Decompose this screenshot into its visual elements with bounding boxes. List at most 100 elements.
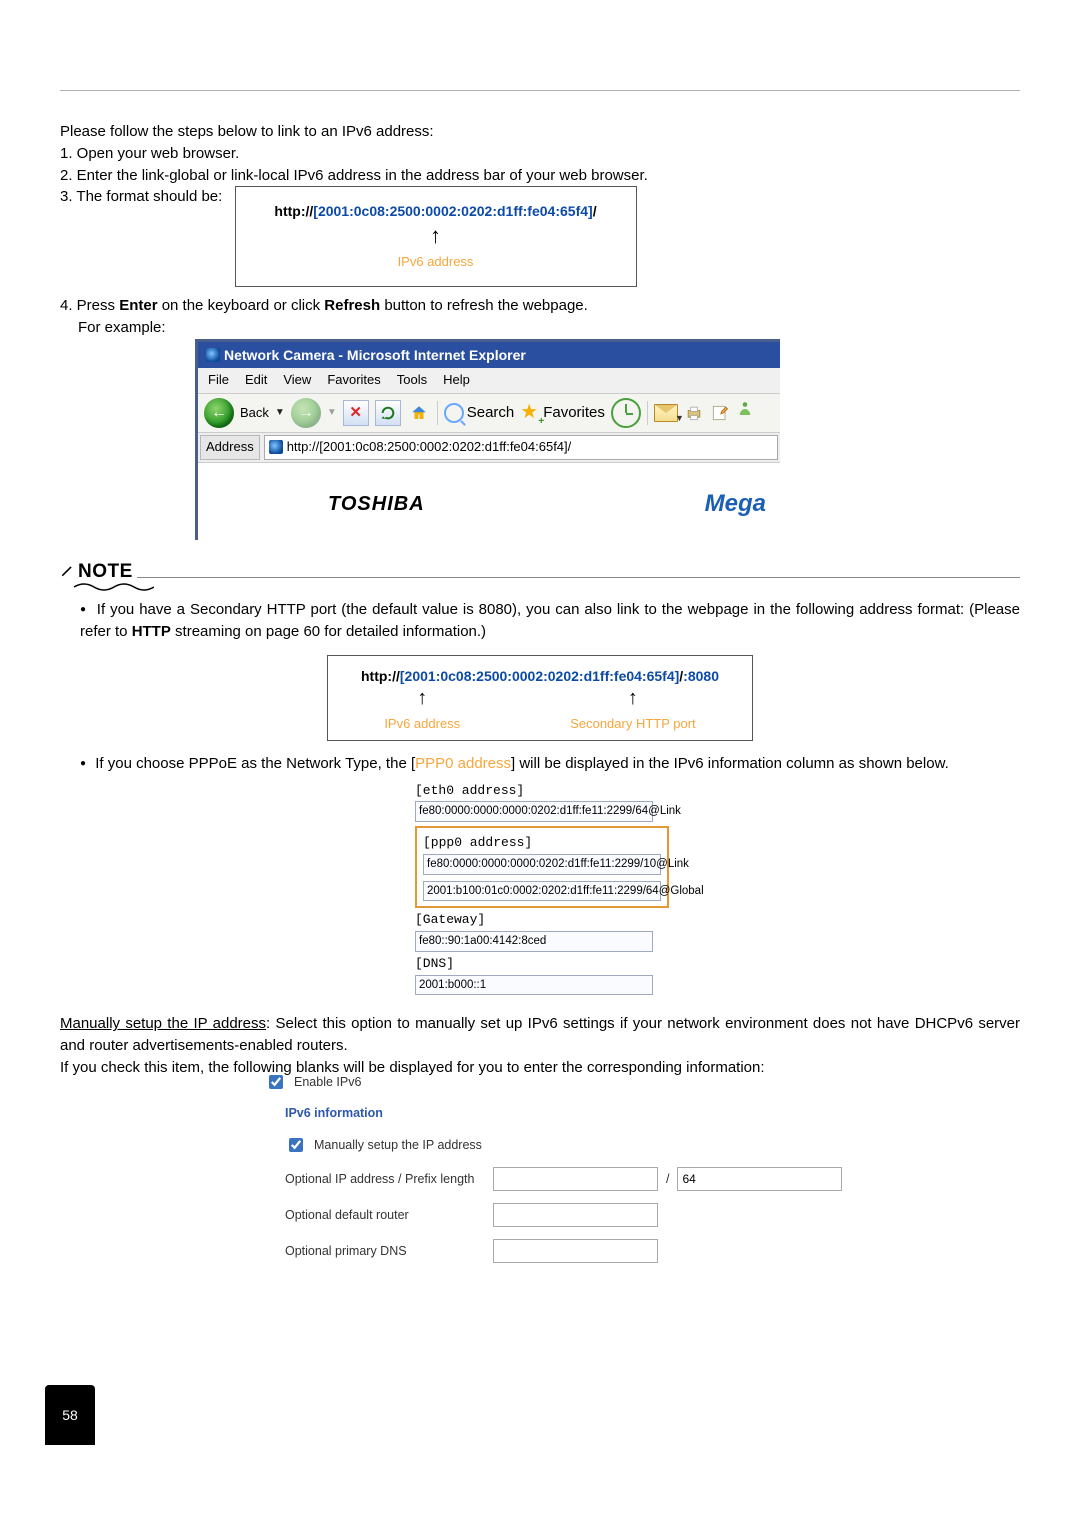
mail-button[interactable]: ▼ [654, 404, 678, 422]
ie-window-icon [206, 348, 220, 362]
gateway-value: fe80::90:1a00:4142:8ced [415, 931, 653, 952]
step-4c: on the keyboard or click [158, 297, 325, 314]
step-4a: 4. Press [60, 297, 119, 314]
eth0-value: fe80:0000:0000:0000:0202:d1ff:fe11:2299/… [415, 801, 653, 822]
ipv6-settings-panel: Enable IPv6 IPv6 information Manually se… [265, 1072, 1020, 1262]
ppp0-highlight-box: [ppp0 address] fe80:0000:0000:0000:0202:… [415, 826, 669, 908]
dns-label: [DNS] [415, 956, 454, 971]
ip-prefix-label: Optional IP address / Prefix length [285, 1170, 485, 1188]
pencil-icon [60, 564, 74, 578]
default-router-label: Optional default router [285, 1206, 485, 1224]
address-ie-icon [269, 440, 283, 454]
manual-setup-text-2: If you check this item, the following bl… [60, 1059, 765, 1076]
refresh-button[interactable] [375, 400, 401, 426]
arrow-up-icon-2b: ↑ [570, 684, 695, 713]
manual-setup-label: Manually setup the IP address [314, 1136, 482, 1154]
ip-address-input[interactable] [493, 1167, 658, 1191]
url2-port: :8080 [683, 668, 719, 684]
ie-screenshot: Network Camera - Microsoft Internet Expl… [195, 339, 780, 540]
home-button[interactable] [407, 401, 431, 425]
step-3: 3. The format should be: [60, 188, 222, 205]
ie-title-bar: Network Camera - Microsoft Internet Expl… [198, 342, 780, 368]
address-field[interactable]: http://[2001:0c08:2500:0002:0202:d1ff:fe… [264, 435, 778, 460]
step-4-example-label: For example: [78, 317, 1020, 339]
url2-label-port: Secondary HTTP port [570, 716, 695, 731]
toshiba-logo: TOSHIBA [328, 490, 425, 519]
favorites-button[interactable]: ★+ Favorites [520, 398, 605, 427]
address-value: http://[2001:0c08:2500:0002:0202:d1ff:fe… [287, 438, 572, 457]
primary-dns-input[interactable] [493, 1239, 658, 1263]
back-button[interactable]: ← [204, 398, 234, 428]
ipv6-information-header: IPv6 information [285, 1104, 1020, 1122]
step-2: 2. Enter the link-global or link-local I… [60, 165, 1020, 187]
ie-body: TOSHIBA Mega [198, 463, 780, 540]
bullet1-text-c: streaming on page 60 for detailed inform… [171, 623, 486, 640]
menu-tools[interactable]: Tools [397, 371, 427, 390]
step-4e: button to refresh the webpage. [380, 297, 588, 314]
bullet2-text-a: If you choose PPPoE as the Network Type,… [95, 755, 415, 772]
intro-text: Please follow the steps below to link to… [60, 121, 1020, 143]
messenger-button[interactable] [736, 400, 754, 425]
note-heading: NOTE [60, 558, 1020, 586]
url2-label-ipv6: IPv6 address [384, 716, 460, 731]
url-ipv6-address: 2001:0c08:2500:0002:0202:d1ff:fe04:65f4 [318, 203, 588, 219]
search-icon [444, 403, 464, 423]
note-label: NOTE [78, 558, 133, 586]
forward-dropdown-icon[interactable]: ▼ [327, 406, 337, 421]
step-4-enter: Enter [119, 297, 157, 314]
ie-menu-bar: File Edit View Favorites Tools Help [198, 368, 780, 394]
ppp0-value-2: 2001:b100:01c0:0002:0202:d1ff:fe11:2299/… [423, 881, 661, 902]
ppp0-label: [ppp0 address] [423, 835, 532, 850]
manual-setup-underline: Manually setup the IP address [60, 1015, 266, 1032]
url2-ipv6: 2001:0c08:2500:0002:0202:d1ff:fe04:65f4 [405, 668, 675, 684]
manual-setup-paragraph: Manually setup the IP address: Select th… [60, 1013, 1020, 1057]
page-number: 58 [45, 1385, 95, 1445]
ipv6-info-panel: [eth0 address] fe80:0000:0000:0000:0202:… [415, 781, 665, 996]
search-label: Search [467, 402, 515, 424]
menu-view[interactable]: View [283, 371, 311, 390]
edit-button[interactable] [710, 403, 730, 423]
bullet2-text-c: ] will be displayed in the IPv6 informat… [511, 755, 949, 772]
menu-help[interactable]: Help [443, 371, 470, 390]
ie-title-text: Network Camera - Microsoft Internet Expl… [224, 345, 526, 365]
forward-button[interactable]: → [291, 398, 321, 428]
url-suffix: / [593, 203, 597, 219]
bullet2-ppp0: PPP0 address [415, 755, 511, 772]
gateway-label: [Gateway] [415, 912, 485, 927]
dns-value: 2001:b000::1 [415, 975, 653, 996]
url-format-line: http://[2001:0c08:2500:0002:0202:d1ff:fe… [256, 201, 616, 221]
print-button[interactable] [684, 403, 704, 423]
back-label: Back [240, 404, 269, 423]
menu-edit[interactable]: Edit [245, 371, 267, 390]
mega-text: Mega [705, 487, 770, 522]
url-format-box: http://[2001:0c08:2500:0002:0202:d1ff:fe… [235, 186, 637, 287]
ppp0-value-1: fe80:0000:0000:0000:0202:d1ff:fe11:2299/… [423, 854, 661, 875]
address-label: Address [200, 435, 260, 460]
bullet1-http-bold: HTTP [132, 623, 171, 640]
back-dropdown-icon[interactable]: ▼ [275, 406, 285, 421]
search-button[interactable]: Search [444, 402, 515, 424]
note-bullet-2: If you choose PPPoE as the Network Type,… [80, 753, 1020, 775]
arrow-up-icon: ↑ [256, 220, 616, 252]
prefix-length-input[interactable] [677, 1167, 842, 1191]
enable-ipv6-checkbox[interactable] [269, 1075, 283, 1089]
url2-prefix: http:// [361, 668, 400, 684]
eth0-label: [eth0 address] [415, 783, 524, 798]
url-format-box-2: http://[2001:0c08:2500:0002:0202:d1ff:fe… [327, 655, 753, 741]
step-4-refresh: Refresh [324, 297, 380, 314]
primary-dns-label: Optional primary DNS [285, 1242, 485, 1260]
menu-file[interactable]: File [208, 371, 229, 390]
url-prefix: http:// [274, 203, 313, 219]
favorites-label: Favorites [543, 402, 605, 424]
note-bullet-1: If you have a Secondary HTTP port (the d… [80, 599, 1020, 643]
manual-setup-checkbox[interactable] [289, 1138, 303, 1152]
arrow-up-icon-2a: ↑ [384, 684, 460, 713]
favorites-star-icon: ★+ [520, 398, 538, 427]
ie-toolbar: ← Back ▼ → ▼ ✕ Search ★+ [198, 394, 780, 433]
stop-button[interactable]: ✕ [343, 400, 369, 426]
default-router-input[interactable] [493, 1203, 658, 1227]
enable-ipv6-label: Enable IPv6 [294, 1073, 361, 1091]
ie-address-bar: Address http://[2001:0c08:2500:0002:0202… [198, 433, 780, 463]
menu-favorites[interactable]: Favorites [327, 371, 380, 390]
history-button[interactable] [611, 398, 641, 428]
